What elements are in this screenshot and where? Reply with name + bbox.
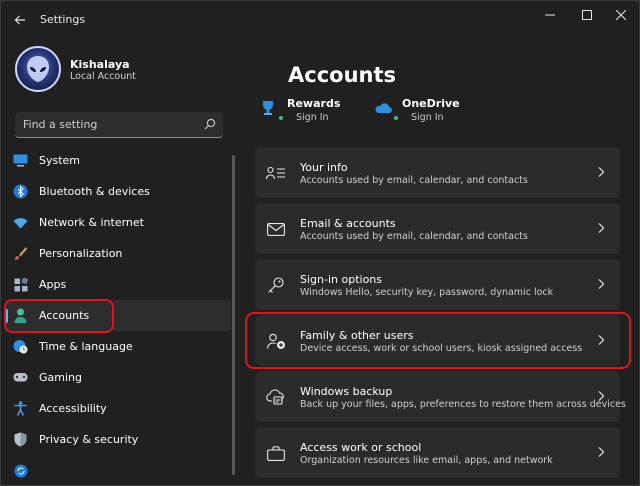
sidebar-item-label: Apps: [39, 278, 67, 291]
sidebar-item-system[interactable]: System: [5, 145, 231, 176]
onedrive-link[interactable]: OneDrive Sign In: [374, 97, 474, 129]
card-windows-backup[interactable]: Windows backup Back up your files, apps,…: [255, 371, 626, 422]
sidebar-item-label: Gaming: [39, 371, 82, 384]
arrow-left-icon: [14, 15, 25, 25]
close-icon: [616, 10, 626, 20]
chevron-right-icon: [598, 447, 605, 457]
sidebar-item-accessibility[interactable]: Accessibility: [5, 393, 231, 424]
card-description: Windows Hello, security key, password, d…: [300, 287, 554, 298]
gamepad-icon: [13, 370, 28, 385]
rewards-link[interactable]: Rewards Sign In: [259, 97, 359, 129]
key-icon: [266, 275, 286, 295]
card-access-work-school[interactable]: Access work or school Organization resou…: [255, 427, 620, 478]
sidebar-item-bluetooth[interactable]: Bluetooth & devices: [5, 176, 231, 207]
card-title: Access work or school: [300, 441, 422, 454]
card-description: Back up your files, apps, preferences to…: [300, 399, 626, 410]
mail-icon: [266, 219, 286, 239]
title-bar: Settings: [1, 1, 639, 37]
card-title: Your info: [300, 161, 348, 174]
card-description: Accounts used by email, calendar, and co…: [300, 231, 528, 242]
card-email-accounts[interactable]: Email & accounts Accounts used by email,…: [255, 203, 620, 254]
app-title: Settings: [40, 13, 86, 26]
sidebar-item-label: Bluetooth & devices: [39, 185, 150, 198]
card-title: Sign-in options: [300, 273, 383, 286]
page-title: Accounts: [288, 63, 397, 87]
profile-name: Kishalaya: [70, 58, 130, 71]
minimize-button[interactable]: [530, 5, 570, 25]
profile-account-type: Local Account: [70, 71, 136, 82]
onedrive-name: OneDrive: [402, 97, 460, 110]
bluetooth-icon: [13, 184, 28, 199]
brush-icon: [13, 246, 28, 261]
sidebar-item-gaming[interactable]: Gaming: [5, 362, 231, 393]
card-sign-in-options[interactable]: Sign-in options Windows Hello, security …: [255, 259, 620, 310]
onedrive-status: Sign In: [411, 112, 444, 123]
sidebar-item-label: Time & language: [39, 340, 133, 353]
chevron-right-icon: [598, 167, 605, 177]
status-dot: [279, 116, 283, 120]
sidebar-item-label: System: [39, 154, 81, 167]
card-description: Accounts used by email, calendar, and co…: [300, 175, 528, 186]
family-highlight-box: [245, 312, 631, 369]
minimize-icon: [545, 14, 555, 16]
sidebar-item-apps[interactable]: Apps: [5, 269, 231, 300]
person-lines-icon: [266, 163, 286, 183]
accounts-highlight-box: [4, 299, 114, 333]
monitor-icon: [13, 153, 28, 168]
shield-icon: [13, 432, 28, 447]
sidebar-item-label: Network & internet: [39, 216, 144, 229]
avatar[interactable]: [15, 46, 61, 92]
card-description: Organization resources like email, apps,…: [300, 455, 553, 466]
sidebar-item-label: Personalization: [39, 247, 123, 260]
apps-grid-icon: [13, 277, 28, 292]
settings-window: Settings Kishalaya Local Account Find a …: [0, 0, 640, 486]
onedrive-cloud-icon: [375, 103, 392, 113]
sidebar-item-time-language[interactable]: Time & language: [5, 331, 231, 362]
wifi-icon: [13, 215, 28, 230]
rewards-name: Rewards: [287, 97, 341, 110]
card-your-info[interactable]: Your info Accounts used by email, calend…: [255, 147, 620, 198]
status-dot: [394, 116, 398, 120]
search-icon[interactable]: [204, 118, 216, 130]
sidebar-scrollbar[interactable]: [232, 155, 235, 475]
accessibility-icon: [13, 401, 28, 416]
sidebar-item-personalization[interactable]: Personalization: [5, 238, 231, 269]
sidebar-item-privacy-security[interactable]: Privacy & security: [5, 424, 231, 455]
sidebar-item-network[interactable]: Network & internet: [5, 207, 231, 238]
search-input[interactable]: [15, 112, 195, 136]
chevron-right-icon: [598, 279, 605, 289]
rewards-trophy-icon: [263, 101, 273, 115]
chevron-right-icon: [598, 391, 605, 401]
back-button[interactable]: [11, 11, 29, 29]
sidebar-item-windows-update[interactable]: [5, 455, 231, 486]
rewards-status: Sign In: [296, 112, 329, 123]
card-title: Windows backup: [300, 385, 393, 398]
card-title: Email & accounts: [300, 217, 396, 230]
alien-avatar-icon: [27, 56, 49, 82]
chevron-right-icon: [598, 223, 605, 233]
briefcase-icon: [266, 443, 286, 463]
globe-clock-icon: [13, 339, 28, 354]
search-box[interactable]: [15, 112, 223, 138]
maximize-icon: [582, 10, 592, 20]
backup-icon: [266, 387, 286, 407]
sidebar-item-label: Accessibility: [39, 402, 107, 415]
sidebar-item-label: Privacy & security: [39, 433, 139, 446]
windows-update-icon: [13, 463, 28, 478]
close-button[interactable]: [601, 5, 640, 25]
